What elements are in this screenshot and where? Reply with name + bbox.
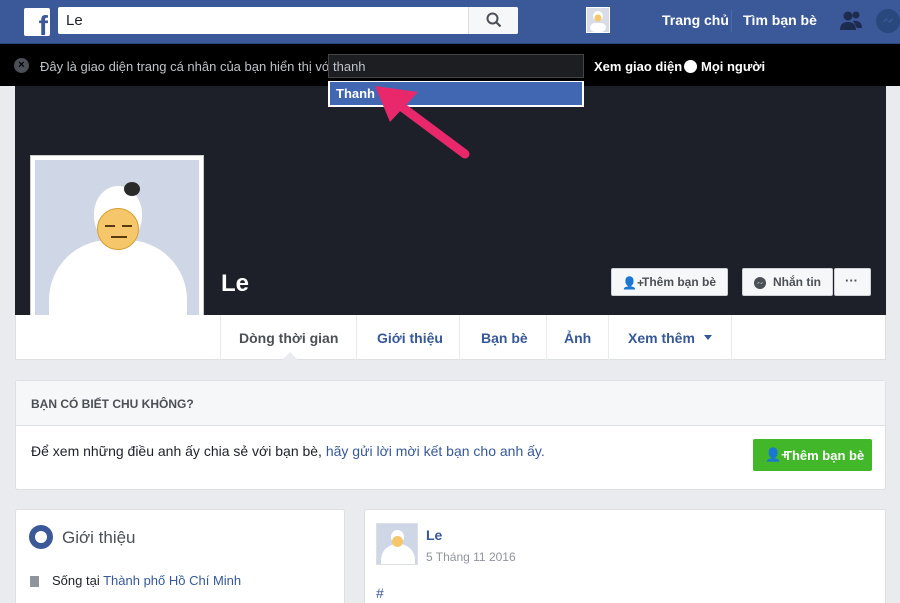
intro-card: Giới thiệu Sống tại Thành phố Hồ Chí Min… [15, 509, 345, 603]
messenger-small-icon [754, 277, 766, 289]
facebook-logo[interactable]: f [24, 8, 50, 40]
friend-requests-icon[interactable] [839, 10, 863, 32]
send-request-link[interactable]: hãy gửi lời mời kết bạn cho anh ấy. [326, 443, 545, 459]
close-icon[interactable]: × [14, 58, 29, 73]
tab-photos[interactable]: Ảnh [547, 315, 609, 360]
messenger-bolt-icon [882, 18, 894, 23]
silhouette-body [49, 240, 187, 324]
timeline-post-card: Le 5 Tháng 11 2016 # [364, 509, 886, 603]
intro-globe-icon [29, 525, 53, 549]
tab-more[interactable]: Xem thêm [609, 315, 732, 360]
add-friend-icon: 👤+ [622, 276, 644, 290]
globe-icon [684, 60, 697, 73]
view-as-input-value[interactable]: thanh [333, 59, 366, 74]
annotation-arrow-icon [375, 86, 470, 159]
search-input[interactable]: Le [66, 12, 83, 29]
search-bar[interactable]: Le [58, 7, 518, 34]
tab-spacer [16, 315, 221, 360]
profile-name: Le [221, 270, 250, 297]
avatar-body [381, 544, 415, 564]
nav-divider [731, 10, 732, 32]
add-friend-green-button[interactable]: 👤+ Thêm bạn bè [753, 439, 872, 471]
nav-find-friends-link[interactable]: Tìm bạn bè [743, 12, 817, 28]
top-navigation-bar: f Le Trang chủ Tìm bạn bè [0, 0, 900, 44]
post-author-name[interactable]: Le [426, 527, 442, 543]
view-as-everyone-link[interactable]: Mọi người [701, 59, 765, 74]
emoji-eye [105, 225, 115, 227]
expressionless-face-icon [97, 208, 139, 250]
card-header: BẠN CÓ BIẾT CHU KHÔNG? [16, 381, 885, 426]
view-as-bar: × Đây là giao diện trang cá nhân của bạn… [0, 44, 900, 86]
card-message: Để xem những điều anh ấy chia sẻ với bạn… [31, 443, 545, 459]
avatar-emoji [392, 536, 403, 547]
add-friend-suggestion-card: BẠN CÓ BIẾT CHU KHÔNG? Để xem những điều… [15, 380, 886, 490]
tab-friends[interactable]: Bạn bè [460, 315, 547, 360]
tab-about[interactable]: Giới thiệu [357, 315, 460, 360]
fly-icon [124, 182, 140, 196]
profile-tab-bar: Dòng thời gian Giới thiệu Bạn bè Ảnh Xem… [15, 315, 886, 360]
search-icon [486, 12, 502, 28]
lives-in-place-link[interactable]: Thành phố Hồ Chí Minh [103, 573, 241, 588]
nav-home-link[interactable]: Trang chủ [662, 12, 729, 28]
lives-in-text: Sống tại Thành phố Hồ Chí Minh [52, 573, 242, 588]
avatar-silhouette-icon [590, 11, 606, 32]
profile-picture [35, 160, 199, 324]
post-timestamp[interactable]: 5 Tháng 11 2016 [426, 550, 516, 564]
search-button[interactable] [468, 7, 518, 34]
emoji-eye [122, 225, 132, 227]
post-hashtag[interactable]: # [376, 585, 384, 601]
view-as-link[interactable]: Xem giao diện [594, 59, 682, 74]
active-tab-indicator [282, 352, 298, 360]
intro-title: Giới thiệu [62, 528, 136, 547]
profile-avatar-thumbnail[interactable] [586, 7, 610, 33]
messenger-icon[interactable] [876, 9, 900, 33]
chevron-down-icon [704, 335, 712, 340]
post-author-avatar[interactable] [376, 523, 418, 565]
message-button[interactable]: Nhắn tin [742, 268, 833, 296]
more-options-button[interactable]: ··· [834, 268, 871, 296]
card-title: BẠN CÓ BIẾT CHU KHÔNG? [31, 397, 194, 411]
view-as-description: Đây là giao diện trang cá nhân của bạn h… [40, 59, 337, 74]
view-as-input[interactable]: thanh [328, 54, 584, 78]
add-friend-button[interactable]: 👤+ Thêm bạn bè [611, 268, 728, 296]
home-location-icon [30, 576, 39, 587]
emoji-mouth [111, 236, 127, 238]
